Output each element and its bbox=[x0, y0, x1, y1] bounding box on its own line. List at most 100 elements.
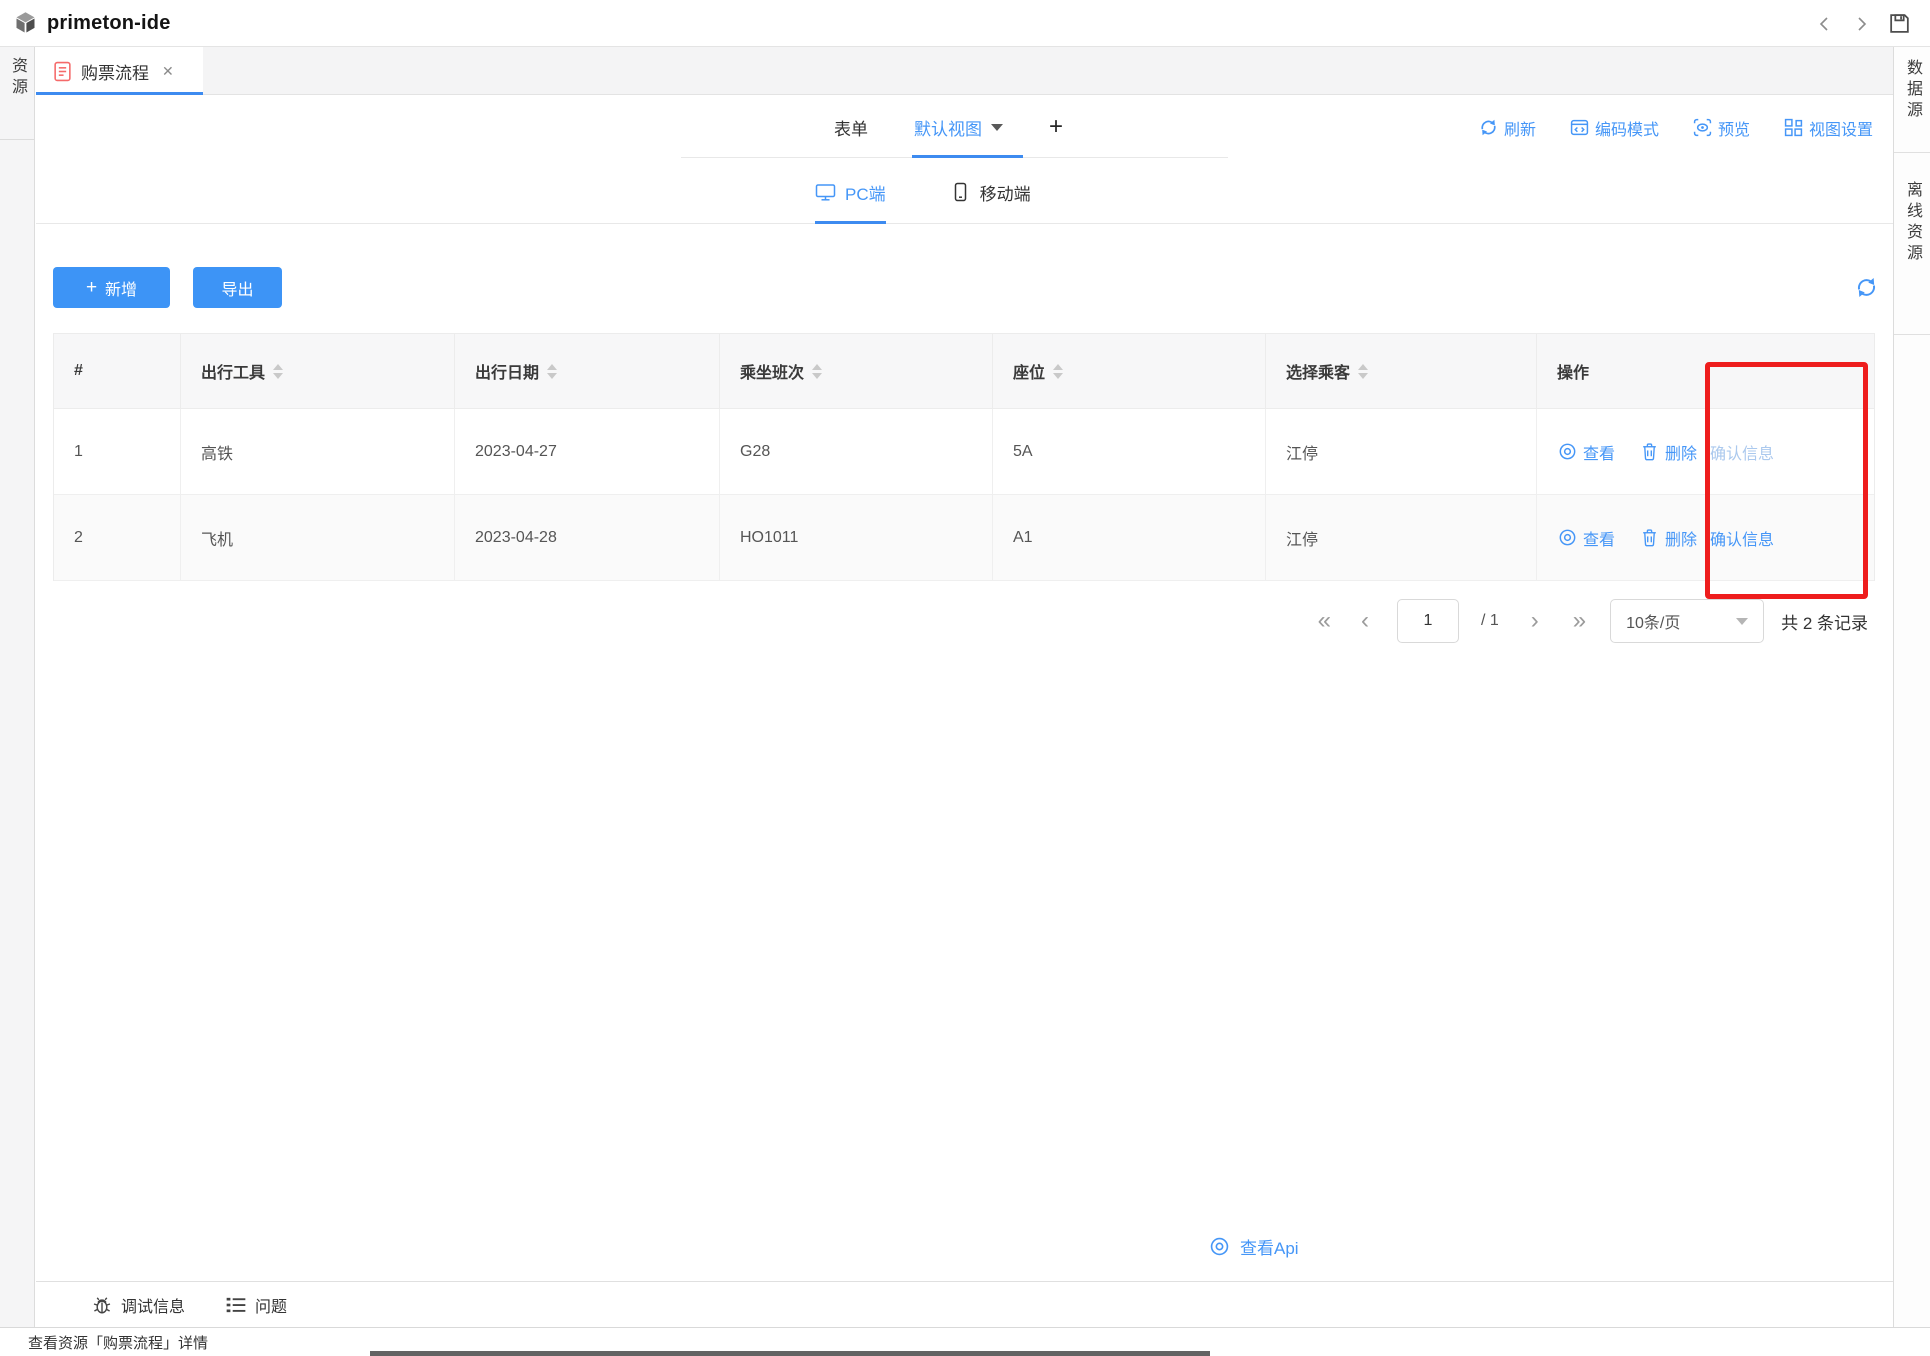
preview-icon bbox=[1693, 118, 1712, 137]
col-travel-tool: 出行工具 bbox=[181, 334, 455, 409]
status-text: 查看资源「购票流程」详情 bbox=[28, 1332, 208, 1353]
eye-icon bbox=[1558, 442, 1577, 461]
tab-close-icon[interactable]: ✕ bbox=[162, 63, 174, 80]
ide-window: primeton-ide 资源 数据源 离线资源 购票流程 ✕ bbox=[0, 0, 1930, 1356]
view-link[interactable]: 查看 bbox=[1558, 526, 1615, 550]
table-row: 1 高铁 2023-04-27 G28 5A 江停 查看 删除 bbox=[54, 409, 1874, 495]
sort-icon[interactable] bbox=[547, 364, 557, 379]
title-bar: primeton-ide bbox=[0, 0, 1930, 47]
sidebar-item-resources[interactable]: 资源 bbox=[0, 47, 34, 140]
eye-icon bbox=[1558, 528, 1577, 547]
left-sidebar: 资源 bbox=[0, 47, 35, 1327]
bottom-panel-bar: 调试信息 问题 bbox=[36, 1281, 1893, 1327]
records-table: # 出行工具 出行日期 乘坐班次 座位 选择乘客 操作 1 高铁 2023-04… bbox=[53, 333, 1875, 581]
problems-label: 问题 bbox=[255, 1293, 287, 1317]
next-page-button[interactable]: › bbox=[1529, 609, 1541, 633]
datasource-label: 数据源 bbox=[1900, 59, 1924, 152]
tab-form-label: 表单 bbox=[834, 115, 868, 140]
preview-label: 预览 bbox=[1718, 116, 1750, 140]
app-title: primeton-ide bbox=[47, 12, 171, 35]
plus-icon: + bbox=[86, 277, 97, 299]
code-mode-button[interactable]: 编码模式 bbox=[1570, 116, 1659, 140]
view-link[interactable]: 查看 bbox=[1558, 440, 1615, 464]
pagination: « ‹ / 1 › » 10条/页 共 2 条记录 bbox=[1316, 599, 1868, 643]
table-refresh-icon[interactable] bbox=[1855, 276, 1878, 299]
confirm-info-link: 确认信息 bbox=[1710, 440, 1774, 464]
export-button-label: 导出 bbox=[221, 276, 253, 300]
eye-icon bbox=[1209, 1236, 1230, 1257]
page-size-value: 10条/页 bbox=[1626, 609, 1680, 633]
col-seat: 座位 bbox=[993, 334, 1266, 409]
tab-mobile-label: 移动端 bbox=[980, 180, 1031, 205]
col-train-number: 乘坐班次 bbox=[720, 334, 993, 409]
prev-page-button[interactable]: ‹ bbox=[1359, 609, 1371, 633]
tab-default-view-label: 默认视图 bbox=[914, 115, 982, 140]
first-page-button[interactable]: « bbox=[1316, 609, 1333, 633]
view-settings-icon bbox=[1784, 118, 1803, 137]
preview-button[interactable]: 预览 bbox=[1693, 116, 1750, 140]
cell-travel-tool: 飞机 bbox=[181, 495, 455, 581]
problems-button[interactable]: 问题 bbox=[225, 1293, 287, 1317]
cell-actions: 查看 删除 确认信息 bbox=[1537, 495, 1874, 581]
sort-icon[interactable] bbox=[1053, 364, 1063, 379]
tab-label: 购票流程 bbox=[81, 59, 149, 84]
right-sidebar: 数据源 离线资源 bbox=[1893, 47, 1930, 1327]
sort-icon[interactable] bbox=[1358, 364, 1368, 379]
sort-icon[interactable] bbox=[812, 364, 822, 379]
col-travel-date: 出行日期 bbox=[455, 334, 720, 409]
view-api-link[interactable]: 查看Api bbox=[1209, 1234, 1299, 1259]
resources-label: 资源 bbox=[5, 57, 29, 139]
delete-link[interactable]: 删除 bbox=[1640, 526, 1697, 550]
sidebar-item-datasource[interactable]: 数据源 bbox=[1894, 47, 1930, 153]
device-bar: PC端 移动端 bbox=[36, 160, 1893, 224]
tab-pc[interactable]: PC端 bbox=[815, 160, 886, 224]
debug-info-label: 调试信息 bbox=[121, 1293, 185, 1317]
tab-pc-label: PC端 bbox=[845, 180, 886, 205]
page-size-select[interactable]: 10条/页 bbox=[1610, 599, 1764, 643]
cell-passenger: 江停 bbox=[1266, 495, 1537, 581]
tab-default-view[interactable]: 默认视图 bbox=[914, 95, 1003, 160]
view-api-label: 查看Api bbox=[1240, 1234, 1299, 1259]
export-button[interactable]: 导出 bbox=[193, 267, 282, 308]
view-settings-button[interactable]: 视图设置 bbox=[1784, 116, 1873, 140]
tab-ticket-flow[interactable]: 购票流程 ✕ bbox=[36, 47, 203, 95]
background-window-edge bbox=[370, 1351, 1210, 1356]
document-icon bbox=[53, 61, 72, 82]
code-mode-label: 编码模式 bbox=[1595, 116, 1659, 140]
cell-index: 2 bbox=[54, 495, 181, 581]
sidebar-item-offline-resources[interactable]: 离线资源 bbox=[1894, 153, 1930, 335]
cell-travel-tool: 高铁 bbox=[181, 409, 455, 495]
cell-travel-date: 2023-04-27 bbox=[455, 409, 720, 495]
cell-travel-date: 2023-04-28 bbox=[455, 495, 720, 581]
history-forward-icon[interactable] bbox=[1851, 14, 1871, 34]
cell-index: 1 bbox=[54, 409, 181, 495]
refresh-button[interactable]: 刷新 bbox=[1479, 116, 1536, 140]
chevron-down-icon bbox=[1736, 618, 1748, 625]
page-number-input[interactable] bbox=[1397, 599, 1459, 643]
trash-icon bbox=[1640, 528, 1659, 547]
view-bar: 表单 默认视图 + 刷新 编码模式 bbox=[36, 95, 1893, 160]
add-button[interactable]: + 新增 bbox=[53, 267, 170, 308]
phone-icon bbox=[950, 182, 971, 202]
col-actions: 操作 bbox=[1537, 334, 1874, 409]
bug-icon bbox=[91, 1294, 113, 1316]
tab-form[interactable]: 表单 bbox=[834, 95, 868, 160]
offline-resources-label: 离线资源 bbox=[1900, 181, 1924, 334]
last-page-button[interactable]: » bbox=[1571, 609, 1588, 633]
add-view-button[interactable]: + bbox=[1049, 113, 1063, 143]
table-row: 2 飞机 2023-04-28 HO1011 A1 江停 查看 删除 bbox=[54, 495, 1874, 581]
chevron-down-icon[interactable] bbox=[991, 124, 1003, 131]
trash-icon bbox=[1640, 442, 1659, 461]
cell-seat: A1 bbox=[993, 495, 1266, 581]
delete-link[interactable]: 删除 bbox=[1640, 440, 1697, 464]
sort-icon[interactable] bbox=[273, 364, 283, 379]
save-icon[interactable] bbox=[1887, 11, 1912, 36]
debug-info-button[interactable]: 调试信息 bbox=[91, 1293, 185, 1317]
total-pages-label: / 1 bbox=[1481, 612, 1499, 630]
col-passenger: 选择乘客 bbox=[1266, 334, 1537, 409]
tab-mobile[interactable]: 移动端 bbox=[950, 160, 1031, 224]
cell-passenger: 江停 bbox=[1266, 409, 1537, 495]
history-back-icon[interactable] bbox=[1815, 14, 1835, 34]
add-button-label: 新增 bbox=[105, 276, 137, 300]
confirm-info-link[interactable]: 确认信息 bbox=[1710, 526, 1774, 550]
